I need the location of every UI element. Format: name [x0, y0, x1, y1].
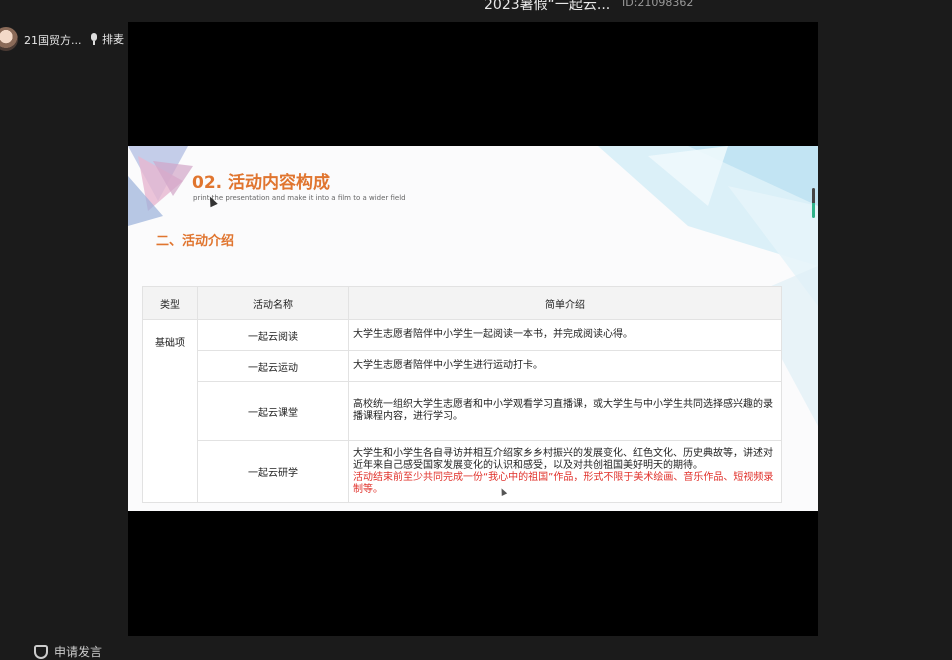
mic-queue-button[interactable]: 排麦	[90, 31, 124, 47]
slide-heading: 02. 活动内容构成	[192, 173, 331, 193]
header-brief-intro: 简单介绍	[348, 286, 782, 320]
avatar[interactable]	[0, 27, 18, 51]
shared-screen: 02. 活动内容构成 print the presentation and ma…	[128, 22, 818, 636]
type-cell: 基础项	[142, 319, 198, 503]
phone-icon	[34, 644, 48, 659]
participant-name[interactable]: 21国贸方...	[24, 32, 82, 48]
activity-desc-cell: 大学生和小学生各自寻访并相互介绍家乡乡村振兴的发展变化、红色文化、历史典故等，讲…	[348, 440, 782, 503]
scroll-indicator[interactable]	[812, 188, 815, 218]
table-row: 基础项 一起云阅读 大学生志愿者陪伴中小学生一起阅读一本书，并完成阅读心得。	[142, 319, 782, 503]
microphone-icon	[90, 33, 98, 45]
activity-desc: 大学生志愿者陪伴中小学生进行运动打卡。	[348, 350, 782, 382]
table-row: 一起云研学 大学生和小学生各自寻访并相互介绍家乡乡村振兴的发展变化、红色文化、历…	[143, 440, 782, 503]
activity-table: 类型 活动名称 简单介绍 基础项 一起云阅读 大学生志愿者陪伴中小学生一起阅读一…	[142, 286, 782, 503]
activity-name: 一起云课堂	[197, 381, 349, 441]
section-title: 二、活动介绍	[156, 234, 235, 249]
activity-desc: 大学生和小学生各自寻访并相互介绍家乡乡村振兴的发展变化、红色文化、历史典故等，讲…	[353, 447, 773, 471]
table-row: 一起云运动 大学生志愿者陪伴中小学生进行运动打卡。	[143, 350, 782, 382]
apply-to-speak-button[interactable]: 申请发言	[34, 643, 102, 660]
activity-name: 一起云运动	[197, 350, 349, 382]
activity-desc: 大学生志愿者陪伴中小学生一起阅读一本书，并完成阅读心得。	[348, 319, 782, 351]
top-title: 2023暑假“一起云...	[484, 0, 611, 13]
mic-queue-label: 排麦	[102, 33, 124, 46]
header-activity-name: 活动名称	[197, 286, 349, 320]
presentation-slide: 02. 活动内容构成 print the presentation and ma…	[128, 146, 818, 511]
table-row: 一起云课堂 高校统一组织大学生志愿者和中小学观看学习直播课，或大学生与中小学生共…	[143, 381, 782, 441]
activity-note: 活动结束前至少共同完成一份“我心中的祖国”作品，形式不限于美术绘画、音乐作品、短…	[353, 471, 774, 495]
slide-subheading: print the presentation and make it into …	[193, 194, 406, 202]
activity-name: 一起云阅读	[197, 319, 349, 351]
header-type: 类型	[142, 286, 198, 320]
activity-desc: 高校统一组织大学生志愿者和中小学观看学习直播课，或大学生与中小学生共同选择感兴趣…	[348, 381, 782, 441]
table-header-row: 类型 活动名称 简单介绍	[142, 286, 782, 320]
apply-to-speak-label: 申请发言	[54, 645, 103, 659]
activity-name: 一起云研学	[197, 440, 349, 503]
meeting-id: ID:21098362	[622, 0, 694, 9]
